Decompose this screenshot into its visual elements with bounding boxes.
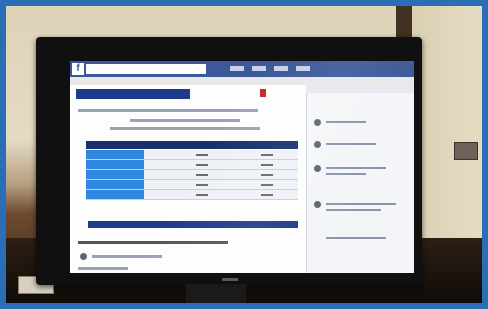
photo: f: [6, 6, 482, 303]
monitor: f: [36, 37, 422, 285]
monitor-stand: [186, 284, 246, 303]
power-outlet: [454, 142, 478, 160]
monitor-brand-logo: [222, 278, 238, 281]
screen-glare: [70, 61, 414, 273]
monitor-screen: f: [70, 61, 414, 273]
